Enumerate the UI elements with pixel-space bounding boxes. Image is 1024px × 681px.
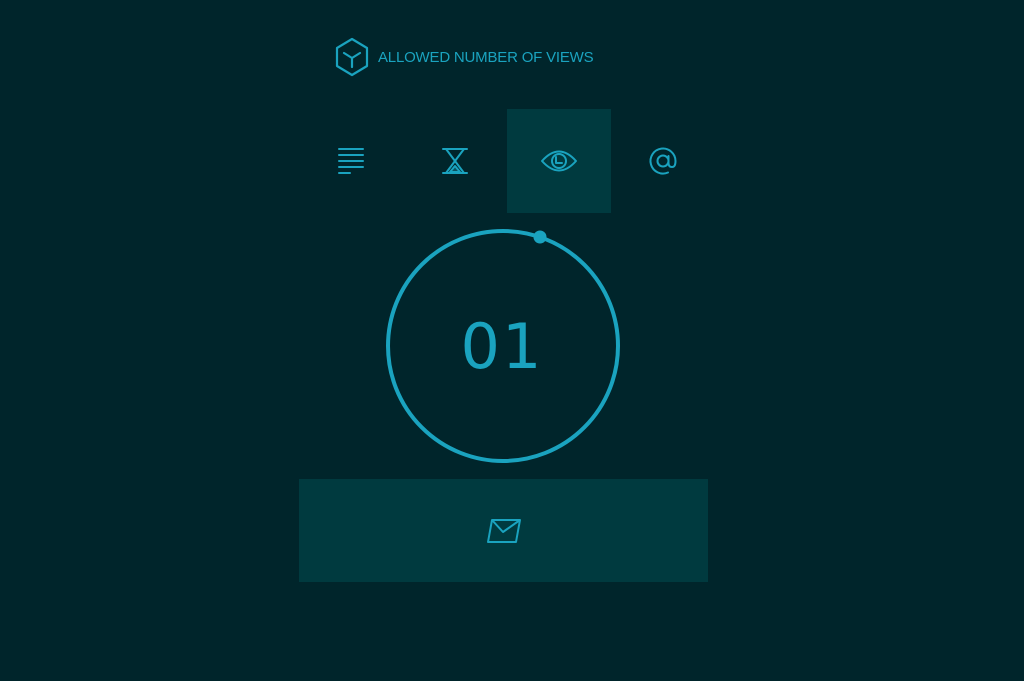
views-counter[interactable]: 01 [384,226,624,466]
views-count: 01 [460,309,544,383]
tab-bar [299,109,715,213]
page-title: ALLOWED NUMBER OF VIEWS [378,48,594,66]
header: ALLOWED NUMBER OF VIEWS [334,37,594,77]
hexagon-cube-icon [335,37,369,77]
tab-expiry[interactable] [403,109,507,213]
send-button[interactable] [299,479,708,582]
tab-email[interactable] [611,109,715,213]
envelope-icon [486,518,521,543]
eye-clock-icon [541,150,577,172]
at-sign-icon [649,147,677,175]
lines-icon [338,148,364,174]
tab-views[interactable] [507,109,611,213]
hourglass-icon [442,148,468,174]
tab-details[interactable] [299,109,403,213]
